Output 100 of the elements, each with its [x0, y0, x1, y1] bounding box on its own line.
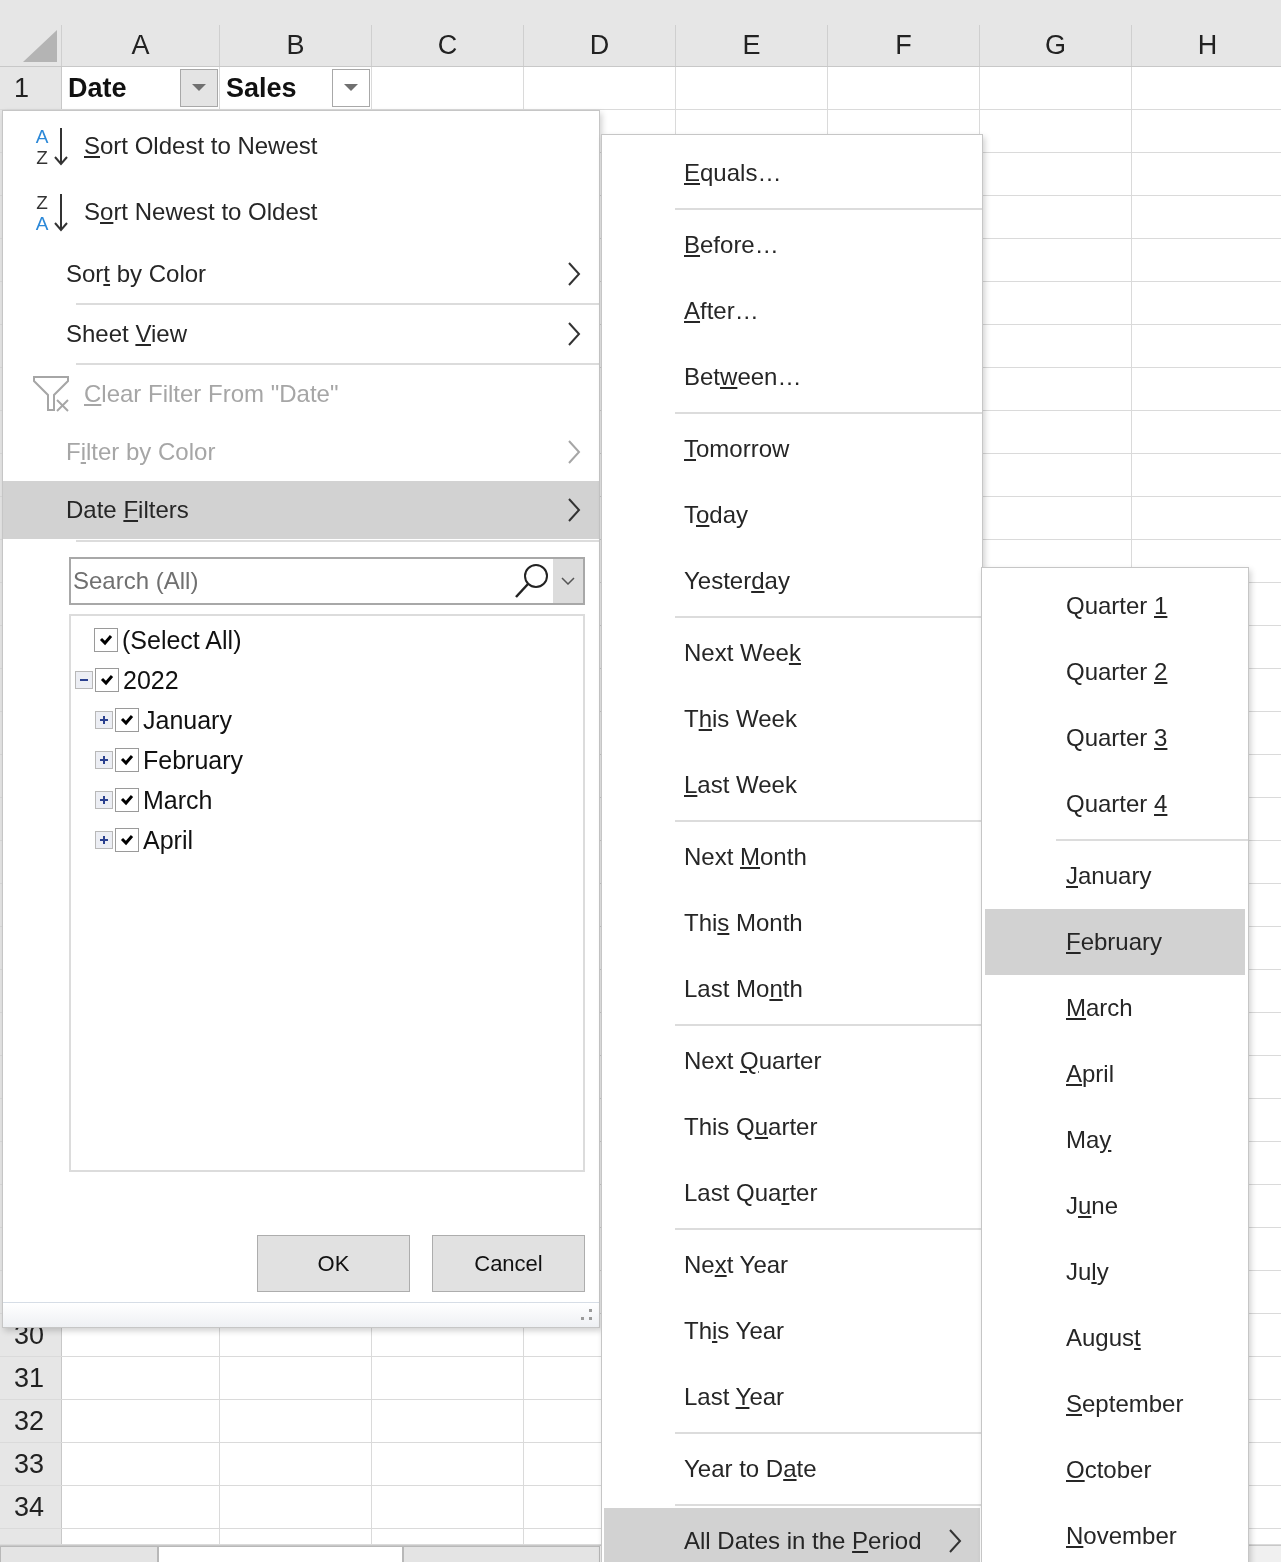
menu-item[interactable]: Date Filters: [3, 481, 599, 539]
menu-item[interactable]: June: [982, 1173, 1248, 1239]
menu-item[interactable]: Next Year: [602, 1232, 982, 1298]
menu-item[interactable]: Quarter 4: [982, 771, 1248, 837]
menu-item[interactable]: Sheet View: [3, 305, 599, 363]
checkbox[interactable]: [115, 708, 139, 732]
checkmark-icon: [120, 714, 134, 726]
menu-item[interactable]: Next Quarter: [602, 1028, 982, 1094]
row-header[interactable]: 1: [0, 67, 62, 109]
menu-item[interactable]: A Z Sort Oldest to Newest: [3, 113, 599, 179]
menu-item[interactable]: Equals…: [602, 140, 982, 206]
row-header[interactable]: 31: [0, 1357, 62, 1399]
chevron-right-icon: [567, 439, 581, 465]
checkbox[interactable]: [115, 748, 139, 772]
menu-item[interactable]: Quarter 2: [982, 639, 1248, 705]
menu-item[interactable]: This Week: [602, 686, 982, 752]
collapse-button[interactable]: [75, 671, 93, 689]
row-header[interactable]: 34: [0, 1486, 62, 1528]
menu-item[interactable]: All Dates in the Period: [604, 1508, 980, 1562]
menu-item[interactable]: This Quarter: [602, 1094, 982, 1160]
menu-item[interactable]: Sort by Color: [3, 245, 599, 303]
chevron-down-icon: [561, 577, 575, 585]
tree-item-label[interactable]: April: [143, 825, 193, 855]
checkbox[interactable]: [115, 788, 139, 812]
checkmark-icon: [120, 834, 134, 846]
column-header[interactable]: B: [220, 25, 372, 66]
expand-button[interactable]: [95, 831, 113, 849]
expand-button[interactable]: [95, 711, 113, 729]
menu-item[interactable]: Last Quarter: [602, 1160, 982, 1226]
cancel-button[interactable]: Cancel: [432, 1235, 585, 1292]
checkmark-icon: [120, 754, 134, 766]
checkbox[interactable]: [115, 828, 139, 852]
menu-item[interactable]: This Year: [602, 1298, 982, 1364]
expand-button[interactable]: [95, 751, 113, 769]
chevron-right-icon: [948, 1528, 962, 1554]
chevron-right-icon: [567, 261, 581, 287]
caret-down-icon: [344, 84, 358, 92]
tree-item-label[interactable]: March: [143, 785, 213, 815]
tree-item-label[interactable]: 2022: [123, 665, 179, 695]
checkmark-icon: [100, 674, 114, 686]
column-header[interactable]: F: [828, 25, 980, 66]
menu-item[interactable]: March: [982, 975, 1248, 1041]
column-header[interactable]: C: [372, 25, 524, 66]
ok-button[interactable]: OK: [257, 1235, 410, 1292]
chevron-right-icon: [567, 497, 581, 523]
menu-item[interactable]: January: [982, 843, 1248, 909]
search-field[interactable]: Search (All): [71, 567, 513, 595]
menu-item[interactable]: Next Month: [602, 824, 982, 890]
tree-item-label[interactable]: (Select All): [122, 625, 242, 655]
tree-item-label[interactable]: January: [143, 705, 232, 735]
menu-item[interactable]: After…: [602, 278, 982, 344]
menu-item[interactable]: October: [982, 1437, 1248, 1503]
checkmark-icon: [99, 634, 113, 646]
row-header[interactable]: 32: [0, 1400, 62, 1442]
checkmark-icon: [120, 794, 134, 806]
menu-item[interactable]: Between…: [602, 344, 982, 410]
checkbox[interactable]: [95, 668, 119, 692]
plus-icon: [98, 714, 110, 726]
menu-item[interactable]: Z A Sort Newest to Oldest: [3, 179, 599, 245]
menu-item[interactable]: July: [982, 1239, 1248, 1305]
tree-item-label[interactable]: February: [143, 745, 244, 775]
row-header[interactable]: 33: [0, 1443, 62, 1485]
search-icon[interactable]: [513, 562, 551, 600]
plus-icon: [98, 794, 110, 806]
menu-item[interactable]: Before…: [602, 212, 982, 278]
menu-item[interactable]: Year to Date: [602, 1436, 982, 1502]
clear-filter-icon: [32, 375, 72, 413]
table-cell: Date: [68, 72, 127, 104]
table-cell: Sales: [226, 72, 297, 104]
chevron-right-icon: [567, 321, 581, 347]
column-header[interactable]: D: [524, 25, 676, 66]
menu-item[interactable]: Last Month: [602, 956, 982, 1022]
menu-item[interactable]: Quarter 1: [982, 573, 1248, 639]
menu-item[interactable]: August: [982, 1305, 1248, 1371]
checkbox[interactable]: [94, 628, 118, 652]
menu-item[interactable]: Tomorrow: [602, 416, 982, 482]
menu-item[interactable]: April: [982, 1041, 1248, 1107]
menu-item[interactable]: Quarter 3: [982, 705, 1248, 771]
menu-item[interactable]: This Month: [602, 890, 982, 956]
search-box[interactable]: Search (All): [69, 557, 585, 605]
menu-item[interactable]: Last Year: [602, 1364, 982, 1430]
menu-item[interactable]: Today: [602, 482, 982, 548]
menu-item[interactable]: Last Week: [602, 752, 982, 818]
column-header[interactable]: A: [62, 25, 220, 66]
resize-grip-icon[interactable]: [581, 1309, 593, 1321]
menu-item[interactable]: Yesterday: [602, 548, 982, 614]
caret-down-icon: [192, 84, 206, 92]
menu-item[interactable]: Next Week: [602, 620, 982, 686]
expand-button[interactable]: [95, 791, 113, 809]
column-header[interactable]: G: [980, 25, 1132, 66]
plus-icon: [98, 754, 110, 766]
filter-dropdown-button[interactable]: [332, 69, 370, 107]
column-header[interactable]: H: [1132, 25, 1281, 66]
plus-icon: [98, 834, 110, 846]
column-header[interactable]: E: [676, 25, 828, 66]
menu-item[interactable]: February: [985, 909, 1245, 975]
menu-item[interactable]: September: [982, 1371, 1248, 1437]
menu-item[interactable]: November: [982, 1503, 1248, 1562]
menu-item[interactable]: May: [982, 1107, 1248, 1173]
filter-dropdown-button[interactable]: [180, 69, 218, 107]
